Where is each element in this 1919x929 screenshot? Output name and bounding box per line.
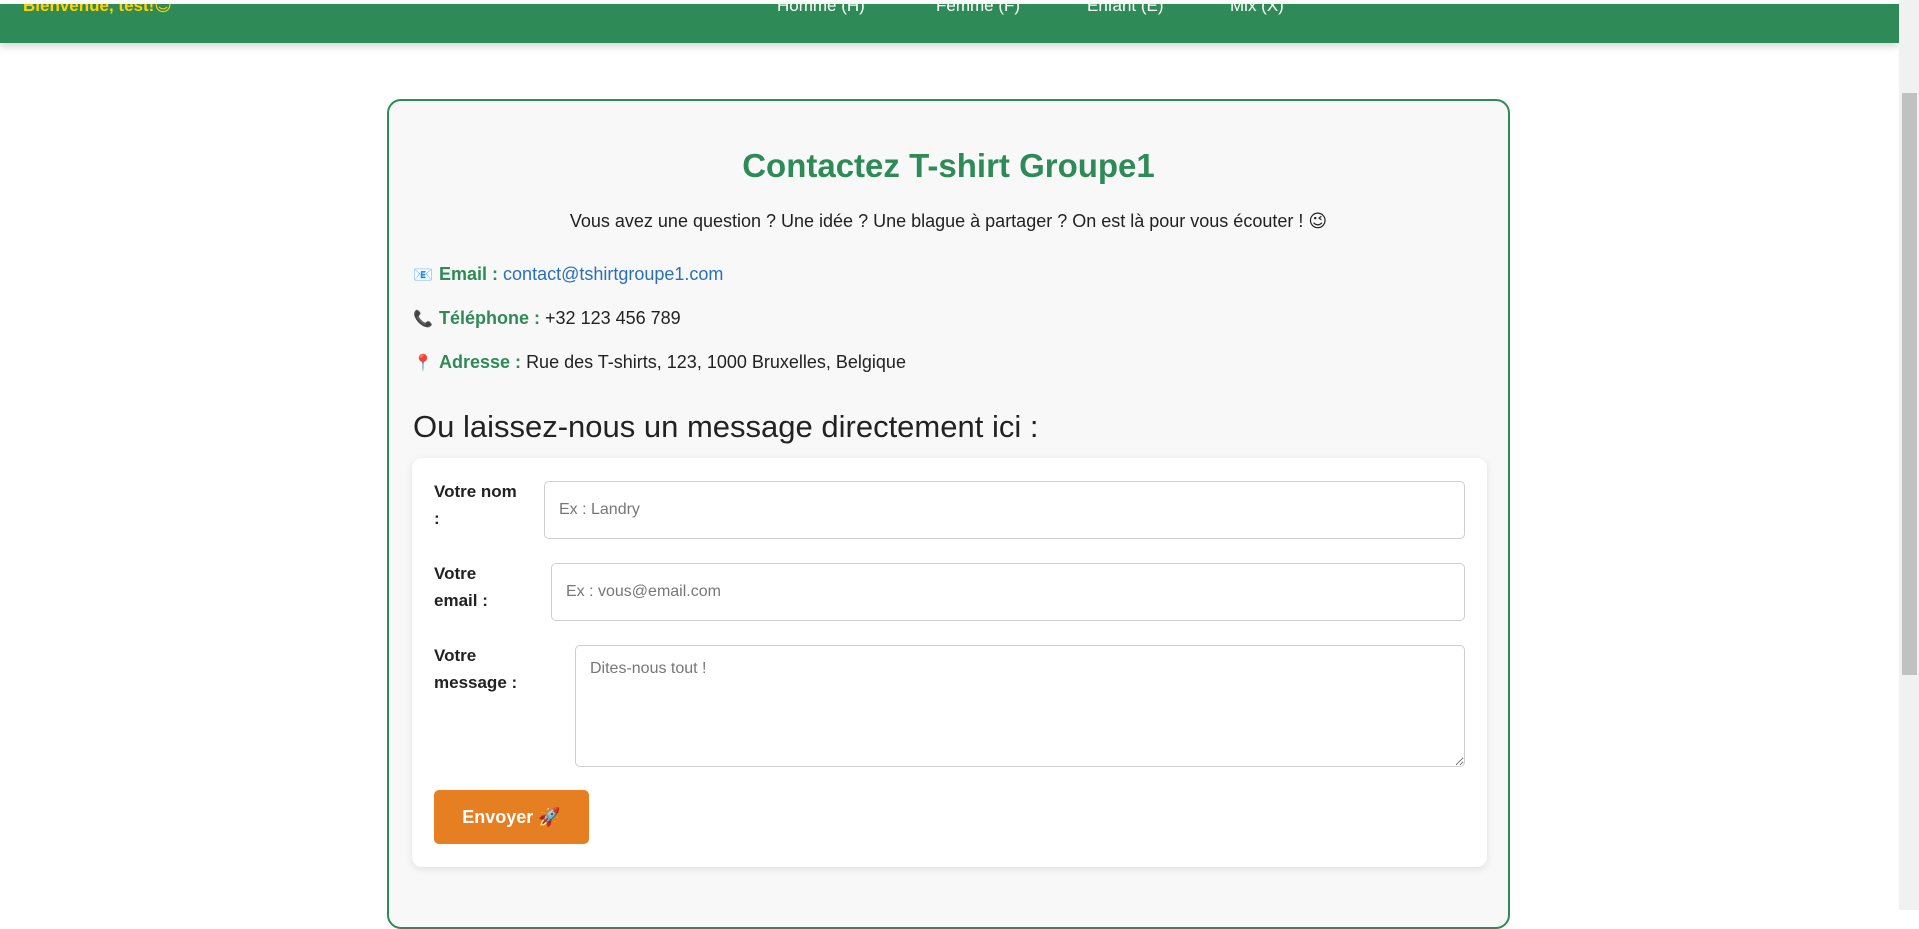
top-navbar: Bienvenue, test!😊 Homme (H) Femme (F) En… — [0, 4, 1899, 43]
page-title: Contactez T-shirt Groupe1 — [742, 147, 1155, 184]
form-heading: Ou laissez-nous un message directement i… — [413, 409, 1039, 444]
email-info-row: 📧 Email : contact@tshirtgroupe1.com — [413, 264, 723, 285]
phone-info-row: 📞 Téléphone : +32 123 456 789 — [413, 308, 681, 329]
email-label: Email : — [439, 264, 499, 284]
email-field-label: Votre email : — [434, 564, 488, 610]
name-label: Votre nom : — [434, 482, 517, 528]
pin-icon: 📍 — [413, 355, 433, 372]
nav-link-femme[interactable]: Femme (F) — [936, 4, 1020, 16]
address-label: Adresse : — [439, 352, 522, 372]
address-value: Rue des T-shirts, 123, 1000 Bruxelles, B… — [526, 352, 906, 372]
address-info-row: 📍 Adresse : Rue des T-shirts, 123, 1000 B… — [413, 352, 906, 373]
submit-button[interactable]: Envoyer 🚀 — [434, 790, 589, 844]
email-input[interactable] — [551, 563, 1465, 621]
phone-value: +32 123 456 789 — [545, 308, 681, 328]
nav-link-enfant[interactable]: Enfant (E) — [1087, 4, 1164, 16]
message-textarea[interactable] — [575, 645, 1465, 767]
name-input[interactable] — [544, 481, 1465, 539]
nav-link-homme[interactable]: Homme (H) — [777, 4, 865, 16]
message-label: Votre message : — [434, 646, 518, 692]
scrollbar-thumb[interactable] — [1902, 93, 1917, 675]
envelope-icon: 📧 — [413, 267, 433, 284]
contact-card: Contactez T-shirt Groupe1 Vous avez une … — [387, 99, 1510, 929]
contact-form: Votre nom : Votre email : Votre message … — [412, 458, 1487, 867]
phone-icon: 📞 — [413, 311, 433, 328]
contact-subtitle: Vous avez une question ? Une idée ? Une … — [569, 211, 1328, 231]
phone-label: Téléphone : — [439, 308, 541, 328]
nav-link-mix[interactable]: Mix (X) — [1230, 4, 1284, 16]
welcome-message: Bienvenue, test!😊 — [23, 4, 173, 15]
email-link[interactable]: contact@tshirtgroupe1.com — [503, 264, 723, 284]
